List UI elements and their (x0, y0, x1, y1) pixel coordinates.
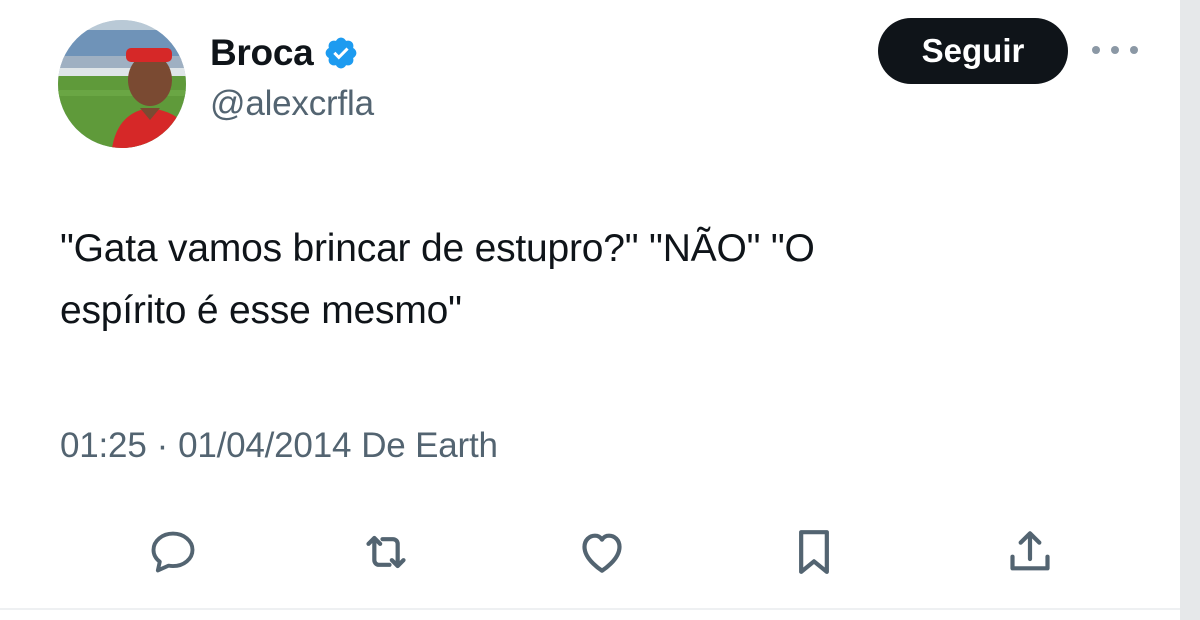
avatar-photo (58, 20, 186, 148)
bookmark-icon (799, 530, 829, 574)
tweet-meta: 01:25 · 01/04/2014 De Earth (60, 426, 498, 466)
bookmark-button[interactable] (786, 524, 842, 580)
dot (1092, 46, 1100, 54)
avatar[interactable] (58, 20, 186, 148)
tweet-time[interactable]: 01:25 (60, 426, 147, 466)
tweet-text-line-1: "Gata vamos brincar de estupro?" "NÃO" "… (60, 227, 815, 270)
user-handle[interactable]: @alexcrfla (210, 84, 374, 124)
retweet-button[interactable] (358, 524, 414, 580)
more-options-icon[interactable] (1092, 38, 1138, 62)
like-button[interactable] (574, 524, 630, 580)
tweet-date[interactable]: 01/04/2014 (178, 426, 351, 466)
retweet-icon (366, 535, 406, 569)
dot (1130, 46, 1138, 54)
tweet-source: De Earth (361, 426, 498, 465)
dot (1111, 46, 1119, 54)
display-name-row: Broca (210, 28, 359, 78)
follow-button[interactable]: Seguir (878, 18, 1068, 84)
share-button[interactable] (1002, 524, 1058, 580)
tweet-text: "Gata vamos brincar de estupro?" "NÃO" "… (60, 218, 1100, 342)
heart-icon (582, 533, 622, 573)
verified-badge-icon (323, 35, 359, 71)
divider (0, 608, 1180, 610)
reply-button[interactable] (145, 524, 201, 580)
reply-icon (151, 531, 195, 573)
tweet-card: Broca @alexcrfla Seguir "Gata vamos brin… (0, 0, 1180, 610)
tweet-text-line-2: espírito é esse mesmo" (60, 289, 462, 332)
meta-separator: · (156, 426, 169, 465)
scrollbar-track (1180, 0, 1200, 620)
share-icon (1010, 531, 1050, 571)
display-name[interactable]: Broca (210, 32, 314, 74)
